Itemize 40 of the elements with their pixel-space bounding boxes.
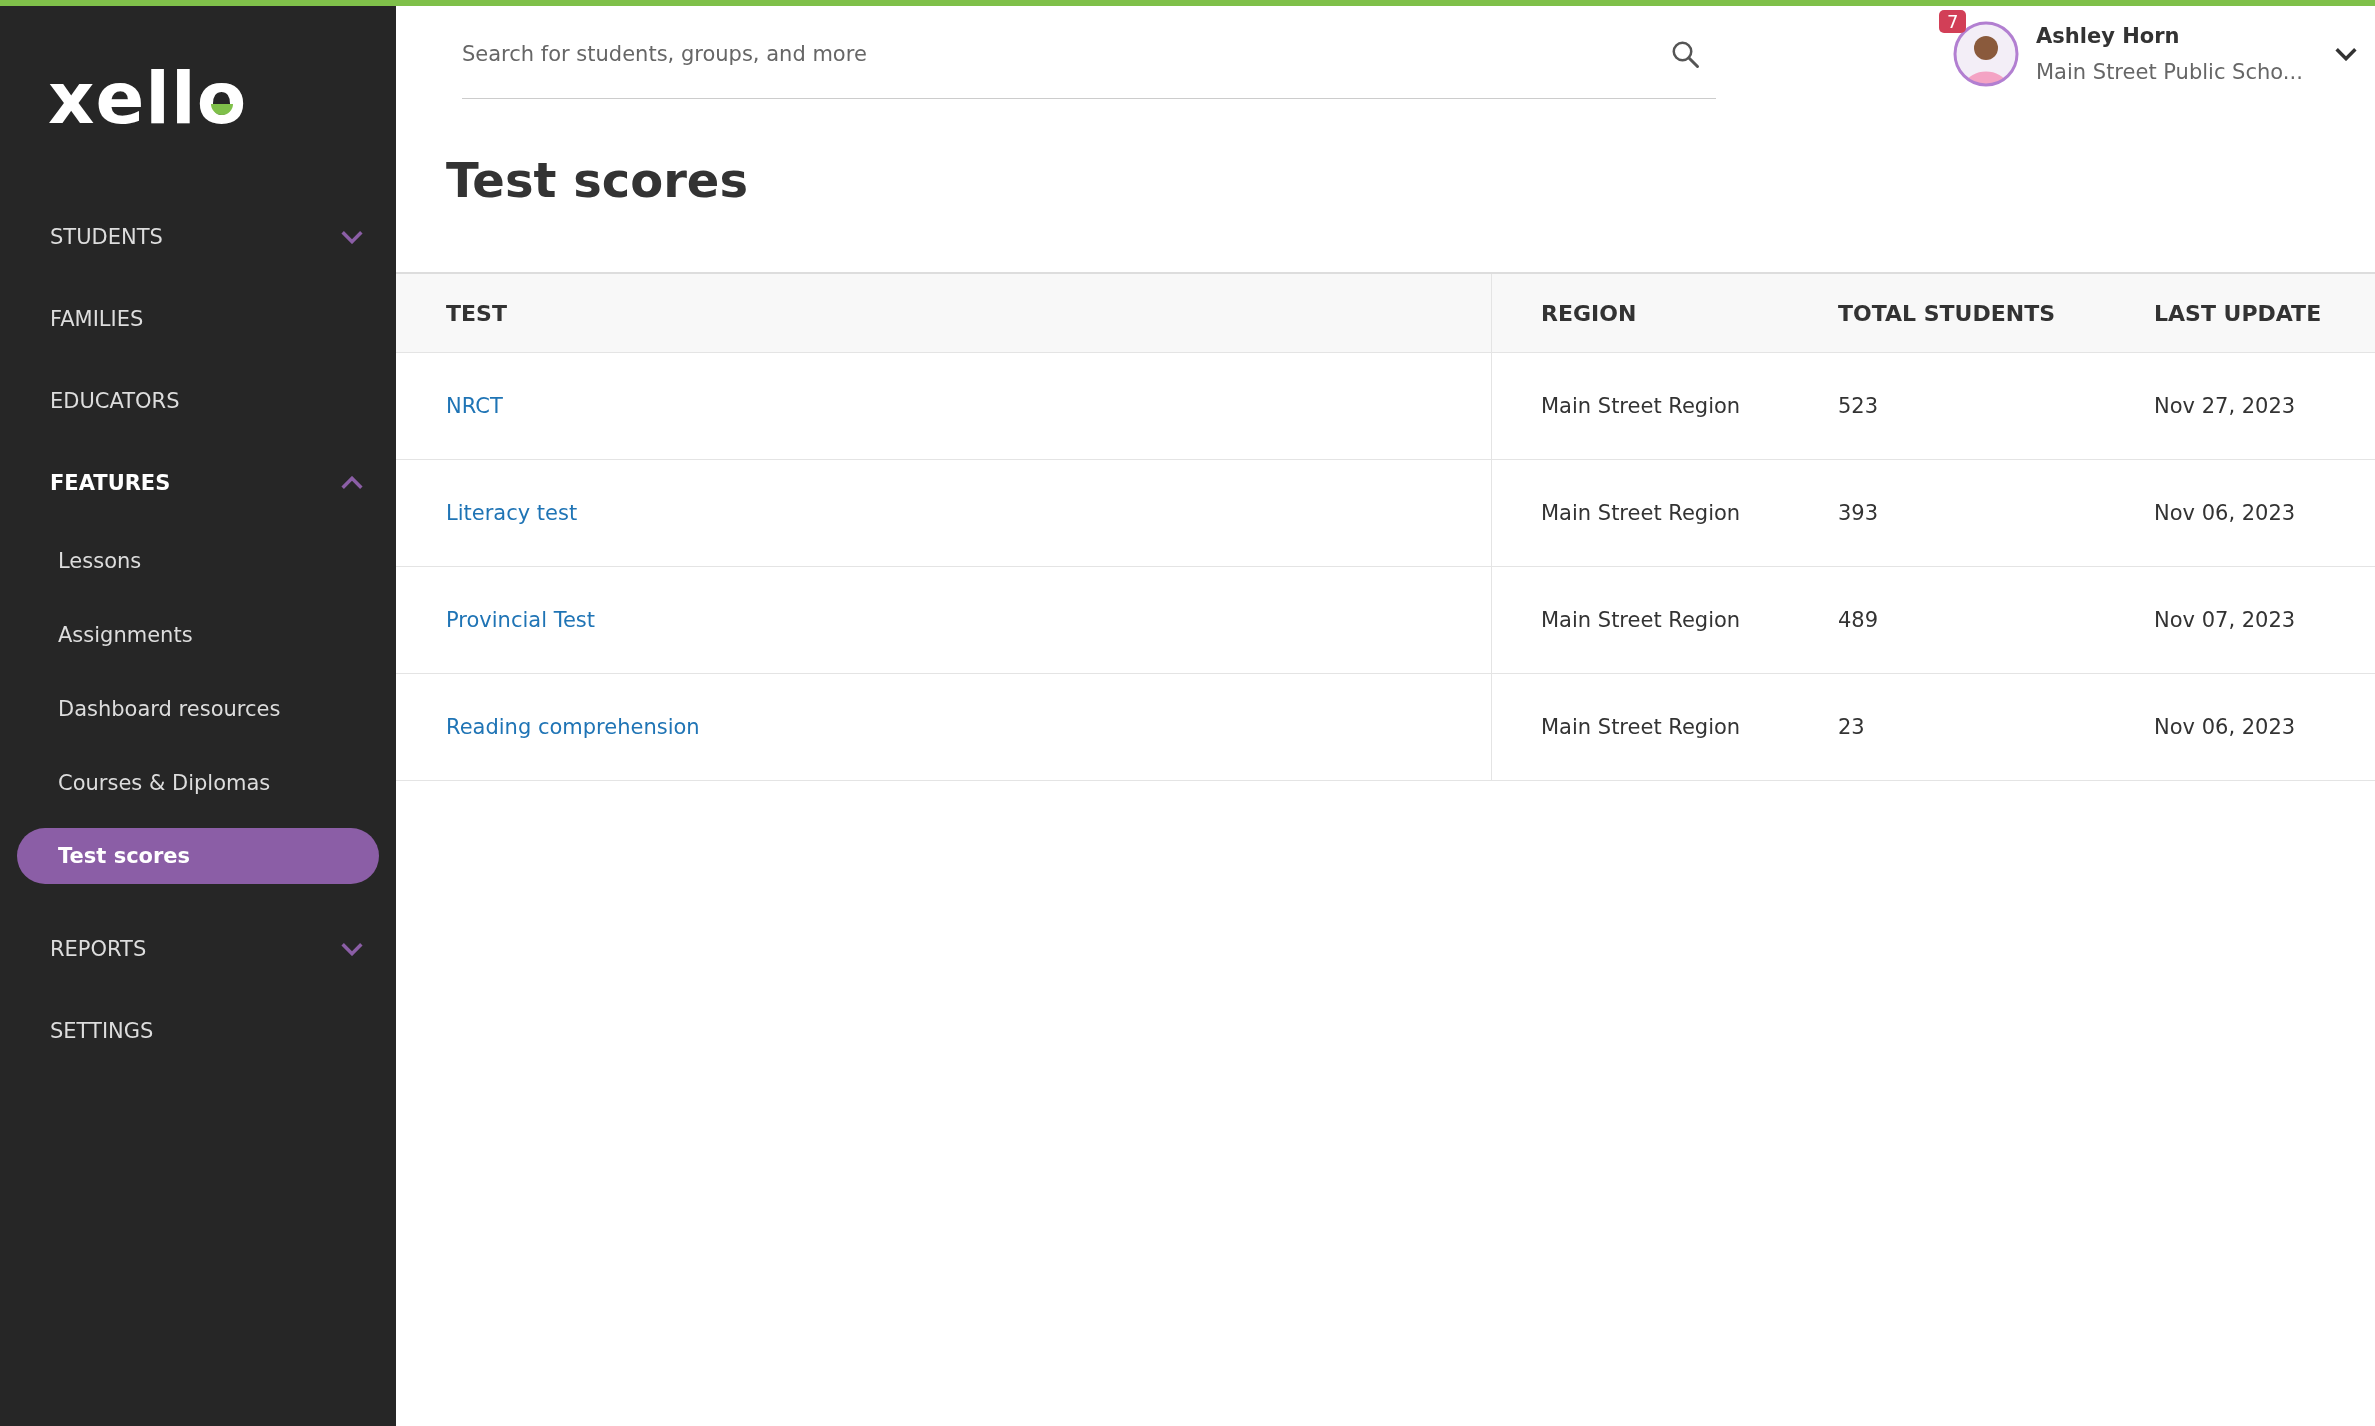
nav-item[interactable]: STUDENTS [0, 196, 396, 278]
chevron-up-icon[interactable] [340, 476, 364, 490]
table-cell-text: Nov 06, 2023 [2154, 714, 2297, 741]
nav-subitem[interactable]: Dashboard resources [0, 672, 396, 746]
table-cell-text: Main Street Region [1540, 714, 1742, 741]
test-link[interactable]: Reading comprehension [446, 715, 700, 739]
table-cell-text: Main Street Region [1540, 500, 1742, 527]
page-title: Test scores [446, 152, 749, 210]
nav-subitem[interactable]: Lessons [0, 524, 396, 598]
nav-item[interactable]: FAMILIES [0, 278, 396, 360]
nav-subitem[interactable]: Assignments [0, 598, 396, 672]
table-cell-text: Nov 06, 2023 [2154, 500, 2297, 527]
user-name: Ashley Horn [2036, 24, 2181, 48]
test-link[interactable]: NRCT [446, 394, 503, 418]
column-header: LAST UPDATE [2154, 299, 2323, 328]
nav-item[interactable]: EDUCATORS [0, 360, 396, 442]
notification-badge[interactable]: 7 [1939, 10, 1967, 33]
nav-item[interactable]: REPORTS [0, 908, 396, 990]
table-cell-text: Main Street Region [1540, 607, 1742, 634]
column-header: TOTAL STUDENTS [1838, 299, 2056, 328]
xello-logo[interactable]: xello [48, 62, 248, 134]
test-link[interactable]: Provincial Test [446, 608, 595, 632]
test-link[interactable]: Literacy test [446, 501, 578, 525]
table-cell-text: 489 [1838, 607, 1880, 634]
table-cell-text: Main Street Region [1540, 393, 1742, 420]
nav-subitem[interactable]: Courses & Diplomas [0, 746, 396, 820]
school-name: Main Street Public Scho... [2036, 60, 2304, 84]
column-header: TEST [396, 274, 1492, 352]
table-cell-text: 393 [1838, 500, 1880, 527]
nav-item[interactable]: SETTINGS [0, 990, 396, 1072]
table-cell-text: 23 [1838, 714, 1866, 741]
nav-item[interactable]: FEATURES [0, 442, 396, 524]
table-cell-text: Nov 27, 2023 [2154, 393, 2297, 420]
nav-subitem[interactable]: Test scores [17, 828, 379, 884]
column-header: REGION [1540, 299, 1638, 328]
chevron-down-icon[interactable] [2334, 47, 2358, 61]
search-icon[interactable] [1670, 39, 1700, 69]
table-cell-text: Nov 07, 2023 [2154, 607, 2297, 634]
table-cell-text: 523 [1838, 393, 1880, 420]
search-field[interactable]: Search for students, groups, and more [462, 9, 1716, 99]
